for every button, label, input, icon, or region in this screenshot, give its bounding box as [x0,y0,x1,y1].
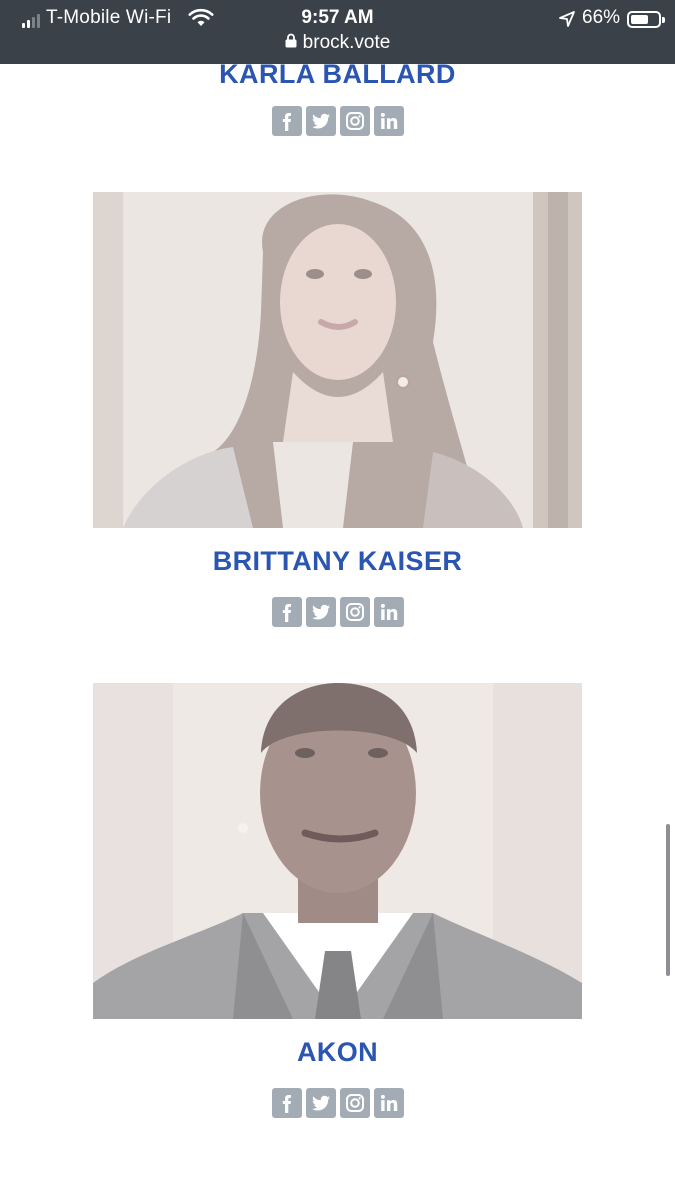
instagram-icon[interactable] [340,597,370,627]
instagram-icon[interactable] [340,1088,370,1118]
portrait-image [93,192,582,528]
social-links [272,106,404,136]
person-name[interactable]: BRITTANY KAISER [0,545,675,577]
url-bar[interactable]: brock.vote [0,31,675,57]
twitter-icon[interactable] [306,1088,336,1118]
instagram-icon[interactable] [340,106,370,136]
twitter-icon[interactable] [306,106,336,136]
social-links [272,1088,404,1118]
twitter-icon[interactable] [306,597,336,627]
brittany-kaiser-photo [93,192,582,528]
status-bar: T-Mobile Wi-Fi 9:57 AM 66% brock.vote [0,0,675,64]
scrollbar-thumb[interactable] [666,824,670,976]
linkedin-icon[interactable] [374,597,404,627]
url-text: brock.vote [302,32,391,53]
lock-icon [285,34,297,48]
facebook-icon[interactable] [272,597,302,627]
battery-icon [627,11,665,28]
akon-photo [93,683,582,1019]
portrait-image [93,683,582,1019]
facebook-icon[interactable] [272,1088,302,1118]
linkedin-icon[interactable] [374,1088,404,1118]
facebook-icon[interactable] [272,106,302,136]
person-name[interactable]: AKON [0,1036,675,1068]
battery-percent: 66% [582,7,621,28]
location-arrow-icon [559,11,575,27]
person-name[interactable]: KARLA BALLARD [0,64,675,90]
social-links [272,597,404,627]
page-content: KARLA BALLARD BRITTANY KAISER AKON [0,64,675,1200]
status-row: T-Mobile Wi-Fi 9:57 AM 66% [0,4,675,32]
linkedin-icon[interactable] [374,106,404,136]
